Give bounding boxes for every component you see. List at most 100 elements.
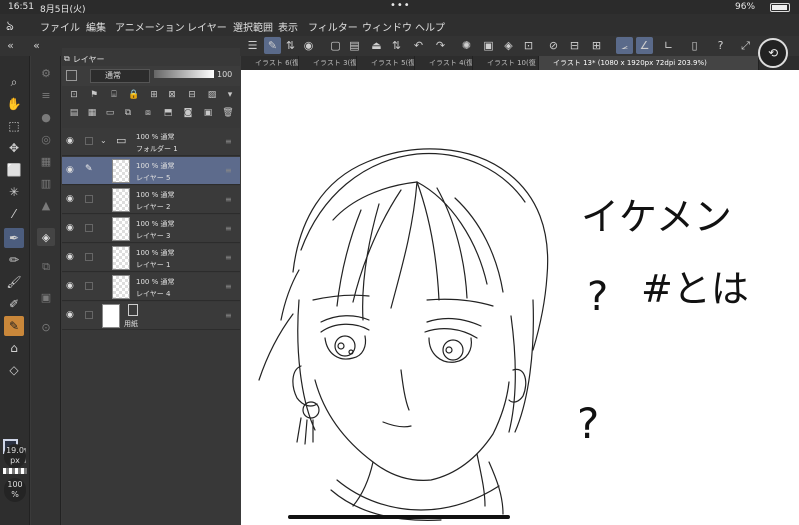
- drag-handle-icon[interactable]: ≡: [225, 137, 232, 146]
- drag-handle-icon[interactable]: ≡: [225, 282, 232, 291]
- layer-check-box[interactable]: [85, 311, 93, 319]
- tab-illust-5[interactable]: イラスト 5(復元: [357, 56, 415, 70]
- phone-icon[interactable]: ▯: [686, 37, 703, 54]
- tab-illust-6[interactable]: イラスト 6(復元: [241, 56, 299, 70]
- delete-layer-icon[interactable]: 🗑: [222, 107, 234, 119]
- transfer-icon[interactable]: ⬒: [162, 107, 174, 119]
- material-panel-icon[interactable]: ▲: [37, 196, 55, 214]
- new-raster-layer-icon[interactable]: ▤: [68, 107, 80, 119]
- menu-help[interactable]: ヘルプ: [415, 19, 445, 34]
- search-panel-icon[interactable]: ⊙: [37, 318, 55, 336]
- lock-icon[interactable]: 🔒: [128, 89, 140, 101]
- menu-edit[interactable]: 編集: [86, 19, 106, 34]
- menu-layer[interactable]: レイヤー: [187, 19, 227, 34]
- collapse-panel-icon[interactable]: «: [28, 37, 45, 54]
- stepper-icon-2[interactable]: ⇅: [388, 37, 405, 54]
- ruler-icon[interactable]: ⦟: [616, 37, 633, 54]
- menu-animation[interactable]: アニメーション: [115, 19, 185, 34]
- color-wheel-panel-icon[interactable]: ◎: [37, 130, 55, 148]
- home-indicator[interactable]: [288, 515, 510, 519]
- pen-icon[interactable]: ✒: [4, 228, 24, 248]
- color-circle-icon[interactable]: ◉: [300, 37, 317, 54]
- brush-icon[interactable]: 🖌: [4, 272, 24, 292]
- open-icon[interactable]: ▤: [346, 37, 363, 54]
- zoom-icon[interactable]: ⌕: [4, 72, 24, 92]
- airbrush-icon[interactable]: ✐: [4, 294, 24, 314]
- layer-row[interactable]: ◉ 100 % 通常 レイヤー 2 ≡: [62, 186, 240, 214]
- selection-icon[interactable]: ⬜: [4, 160, 24, 180]
- undo-icon[interactable]: ↶: [410, 37, 427, 54]
- hand-icon[interactable]: ✋: [4, 94, 24, 114]
- menu-window[interactable]: ウィンドウ: [362, 19, 412, 34]
- new-canvas-icon[interactable]: ▢: [327, 37, 344, 54]
- redo-icon[interactable]: ↷: [432, 37, 449, 54]
- apply-mask-icon[interactable]: ▣: [202, 107, 214, 119]
- transparent-color-swatch[interactable]: [3, 468, 27, 474]
- ruler-off-icon[interactable]: ∟: [660, 37, 677, 54]
- invert-icon[interactable]: ⊟: [566, 37, 583, 54]
- operation-icon[interactable]: ⬚: [4, 116, 24, 136]
- opacity-slider[interactable]: [154, 70, 214, 78]
- visibility-eye-icon[interactable]: ◉: [66, 223, 74, 233]
- collapse-left-icon[interactable]: «: [2, 37, 19, 54]
- stepper-icon[interactable]: ⇅: [282, 37, 299, 54]
- clip-icon[interactable]: ⊡: [68, 89, 80, 101]
- lock-alpha-icon[interactable]: ⊞: [148, 89, 160, 101]
- clear-icon[interactable]: ▣: [480, 37, 497, 54]
- visibility-eye-icon[interactable]: ◉: [66, 281, 74, 291]
- layer-check-box[interactable]: [85, 195, 93, 203]
- layer-mask-icon[interactable]: ◙: [182, 107, 194, 119]
- loading-icon[interactable]: ✺: [458, 37, 475, 54]
- folder-expand-icon[interactable]: ⌄: [100, 136, 107, 145]
- new-vector-layer-icon[interactable]: ▦: [86, 107, 98, 119]
- paper-layer-row[interactable]: ◉ 用紙 ≡: [62, 302, 240, 330]
- layer-row[interactable]: ◉ 100 % 通常 レイヤー 4 ≡: [62, 273, 240, 301]
- menu-list-icon[interactable]: ☰: [244, 37, 261, 54]
- draft-icon[interactable]: ⌸: [108, 89, 120, 101]
- menu-file[interactable]: ファイル: [40, 19, 80, 34]
- menu-selection[interactable]: 選択範囲: [233, 19, 273, 34]
- layer-color-icon[interactable]: [66, 70, 77, 81]
- drawing-canvas[interactable]: イケメン ? #とは ?: [241, 70, 799, 525]
- merge-down-icon[interactable]: ⧈: [142, 107, 154, 119]
- quick-access-icon[interactable]: ✎: [264, 37, 281, 54]
- multitask-dots[interactable]: •••: [390, 0, 411, 11]
- drag-handle-icon[interactable]: ≡: [225, 195, 232, 204]
- reference-icon[interactable]: ⚑: [88, 89, 100, 101]
- more-icon[interactable]: ▾: [224, 89, 236, 101]
- layer-panel-icon[interactable]: ◈: [37, 228, 55, 246]
- layer-check-box[interactable]: [85, 224, 93, 232]
- move-icon[interactable]: ✥: [4, 138, 24, 158]
- layer-tab[interactable]: ⧉ レイヤー: [64, 52, 104, 66]
- drag-handle-icon[interactable]: ≡: [225, 311, 232, 320]
- new-folder-icon[interactable]: ▭: [104, 107, 116, 119]
- eyedropper-icon[interactable]: ⁄: [4, 204, 24, 224]
- transform-icon[interactable]: ⊞: [588, 37, 605, 54]
- color-layer-icon[interactable]: ▨: [206, 89, 218, 101]
- layer-folder-row[interactable]: ◉ ⌄ ▭ 100 % 通常 フォルダー 1 ≡: [62, 128, 240, 156]
- drag-handle-icon[interactable]: ≡: [225, 253, 232, 262]
- layer-check-box[interactable]: [85, 253, 93, 261]
- visibility-eye-icon[interactable]: ◉: [66, 252, 74, 262]
- pencil-icon[interactable]: ✏: [4, 250, 24, 270]
- mask-icon[interactable]: ⊠: [166, 89, 178, 101]
- tool-property-icon[interactable]: ≡: [37, 86, 55, 104]
- drag-handle-icon[interactable]: ≡: [225, 166, 232, 175]
- visibility-eye-icon[interactable]: ◉: [66, 194, 74, 204]
- eraser-icon[interactable]: ◇: [4, 360, 24, 380]
- layer-row[interactable]: ◉ ✎ 100 % 通常 レイヤー 5 ≡: [62, 157, 240, 185]
- color-set-panel-icon[interactable]: ▦: [37, 152, 55, 170]
- rotate-canvas-button[interactable]: ⟲: [758, 38, 788, 68]
- layer-row[interactable]: ◉ 100 % 通常 レイヤー 3 ≡: [62, 215, 240, 243]
- brush-opacity-indicator[interactable]: 100 %: [4, 478, 26, 502]
- visibility-eye-icon[interactable]: ◉: [66, 310, 74, 320]
- decoration-icon[interactable]: ✎: [4, 316, 24, 336]
- crop-icon[interactable]: ⊡: [520, 37, 537, 54]
- drag-handle-icon[interactable]: ≡: [225, 224, 232, 233]
- ruler-layer-icon[interactable]: ⊟: [186, 89, 198, 101]
- tab-illust-3[interactable]: イラスト 3(復元: [299, 56, 357, 70]
- visibility-eye-icon[interactable]: ◉: [66, 136, 74, 146]
- blend-mode-select[interactable]: 通常: [90, 69, 150, 83]
- menu-filter[interactable]: フィルター: [308, 19, 358, 34]
- brush-size-panel-icon[interactable]: ●: [37, 108, 55, 126]
